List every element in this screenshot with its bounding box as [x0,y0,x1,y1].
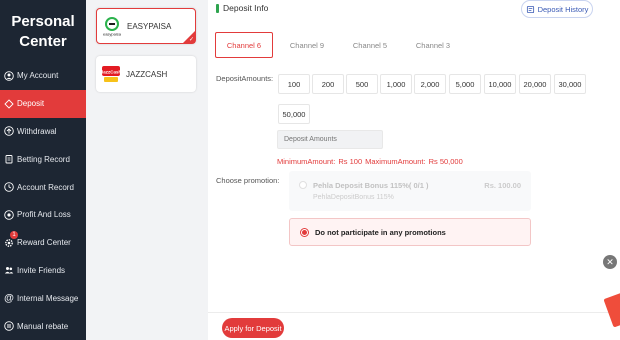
amount-option[interactable]: 100 [278,74,310,94]
page-title: Deposit Info [223,3,269,13]
user-circle-icon [4,71,14,81]
sidebar-item-invite-friends[interactable]: Invite Friends [0,257,86,285]
max-amount-value: Rs 50,000 [428,157,463,166]
apply-deposit-button[interactable]: Apply for Deposit [222,318,284,338]
min-amount-label: MinimumAmount: [277,157,336,166]
sidebar-item-label: Reward Center [17,238,71,248]
sidebar-item-label: Invite Friends [17,265,66,275]
promotion-none-option[interactable]: Do not participate in any promotions [289,218,531,246]
sidebar-item-label: Withdrawal [17,126,57,136]
floating-promo-icon[interactable] [603,292,620,328]
amount-option[interactable]: 200 [312,74,344,94]
sidebar-title-line1: Personal [11,13,75,30]
diamond-icon [4,99,14,109]
payment-methods: easypaisa EASYPAISA ✓ JazzCash JAZZCASH [86,0,208,340]
sidebar-item-manual-rebate[interactable]: Manual rebate [0,312,86,340]
sidebar-item-profit-and-loss[interactable]: Profit And Loss [0,201,86,229]
promotion-amount: Rs. 100.00 [484,181,521,190]
sidebar-title-line2: Center [19,33,67,50]
method-easypaisa[interactable]: easypaisa EASYPAISA ✓ [96,8,196,44]
amount-option[interactable]: 30,000 [554,74,586,94]
method-jazzcash[interactable]: JazzCash JAZZCASH [96,56,196,92]
tab-channel-9[interactable]: Channel 9 [278,32,336,58]
history-icon [526,5,534,13]
promotion-title: Pehla Deposit Bonus 115%( 0/1 ) [313,181,429,190]
deposit-history-label: Deposit History [537,4,589,14]
amount-option[interactable]: 20,000 [519,74,551,94]
sidebar-item-account-record[interactable]: Account Record [0,173,86,201]
deposit-amounts-label: DepositAmounts: [216,74,274,83]
reward-badge: 1 [10,230,18,239]
sidebar-item-label: Account Record [17,182,74,192]
sidebar-item-label: Manual rebate [17,321,69,331]
deposit-history-button[interactable]: Deposit History [521,0,593,18]
promotion-none-label: Do not participate in any promotions [315,227,446,237]
method-label: EASYPAISA [127,21,172,31]
header-accent-bar [216,3,219,13]
sidebar-item-label: Profit And Loss [17,210,71,220]
amount-option[interactable]: 1,000 [380,74,412,94]
deposit-info-header: Deposit Info [216,3,268,13]
sidebar-item-internal-message[interactable]: @ Internal Message [0,284,86,312]
sidebar-item-label: Betting Record [17,154,70,164]
min-amount-value: Rs 100 [338,157,363,166]
wallet-icon [4,321,14,331]
gear-icon [4,238,14,248]
promotion-radio-selected [300,227,309,237]
record-icon [4,182,14,192]
svg-text:easypaisa: easypaisa [103,32,122,37]
footer-divider [208,312,620,313]
close-icon[interactable]: ✕ [603,255,617,269]
tab-channel-6[interactable]: Channel 6 [215,32,273,58]
amount-option[interactable]: 50,000 [278,104,310,124]
sidebar-title: Personal Center [0,0,86,62]
tab-channel-5[interactable]: Channel 5 [341,32,399,58]
users-icon [4,265,14,275]
sidebar-item-label: Internal Message [17,293,79,303]
promotion-subtitle: PehlaDepositBonus 115% [313,194,394,201]
sidebar-item-betting-record[interactable]: Betting Record [0,145,86,173]
channel-tabs: Channel 6 Channel 9 Channel 5 Channel 3 [215,32,467,58]
jazzcash-logo: JazzCash [100,63,122,85]
deposit-panel: Deposit Info Deposit History Channel 6 C… [208,0,620,340]
at-icon: @ [4,292,14,304]
amount-option[interactable]: 5,000 [449,74,481,94]
amount-option[interactable]: 10,000 [484,74,516,94]
amount-option[interactable]: 2,000 [414,74,446,94]
sidebar-item-withdrawal[interactable]: Withdrawal [0,118,86,146]
amount-option[interactable]: 500 [346,74,378,94]
svg-text:JazzCash: JazzCash [101,70,122,75]
clipboard-icon [4,154,14,164]
sidebar-item-reward-center[interactable]: 1 Reward Center [0,229,86,257]
check-icon: ✓ [188,37,194,43]
profit-icon [4,210,14,220]
sidebar-item-my-account[interactable]: My Account [0,62,86,90]
method-label: JAZZCASH [126,69,168,79]
sidebar: Personal Center My Account Deposit Withd… [0,0,86,340]
sidebar-item-deposit[interactable]: Deposit [0,89,86,118]
deposit-amount-input[interactable] [277,130,383,149]
amount-limits: MinimumAmount: Rs 100 MaximumAmount: Rs 50,… [277,157,466,166]
choose-promotion-label: Choose promotion: [216,176,280,185]
promotion-bonus-option: Pehla Deposit Bonus 115%( 0/1 ) PehlaDep… [289,171,531,211]
sidebar-item-label: My Account [17,71,59,81]
withdraw-icon [4,126,14,137]
sidebar-item-label: Deposit [17,99,45,109]
promotion-radio [299,181,307,189]
tab-channel-3[interactable]: Channel 3 [404,32,462,58]
easypaisa-logo: easypaisa [101,15,123,37]
max-amount-label: MaximumAmount: [365,157,426,166]
